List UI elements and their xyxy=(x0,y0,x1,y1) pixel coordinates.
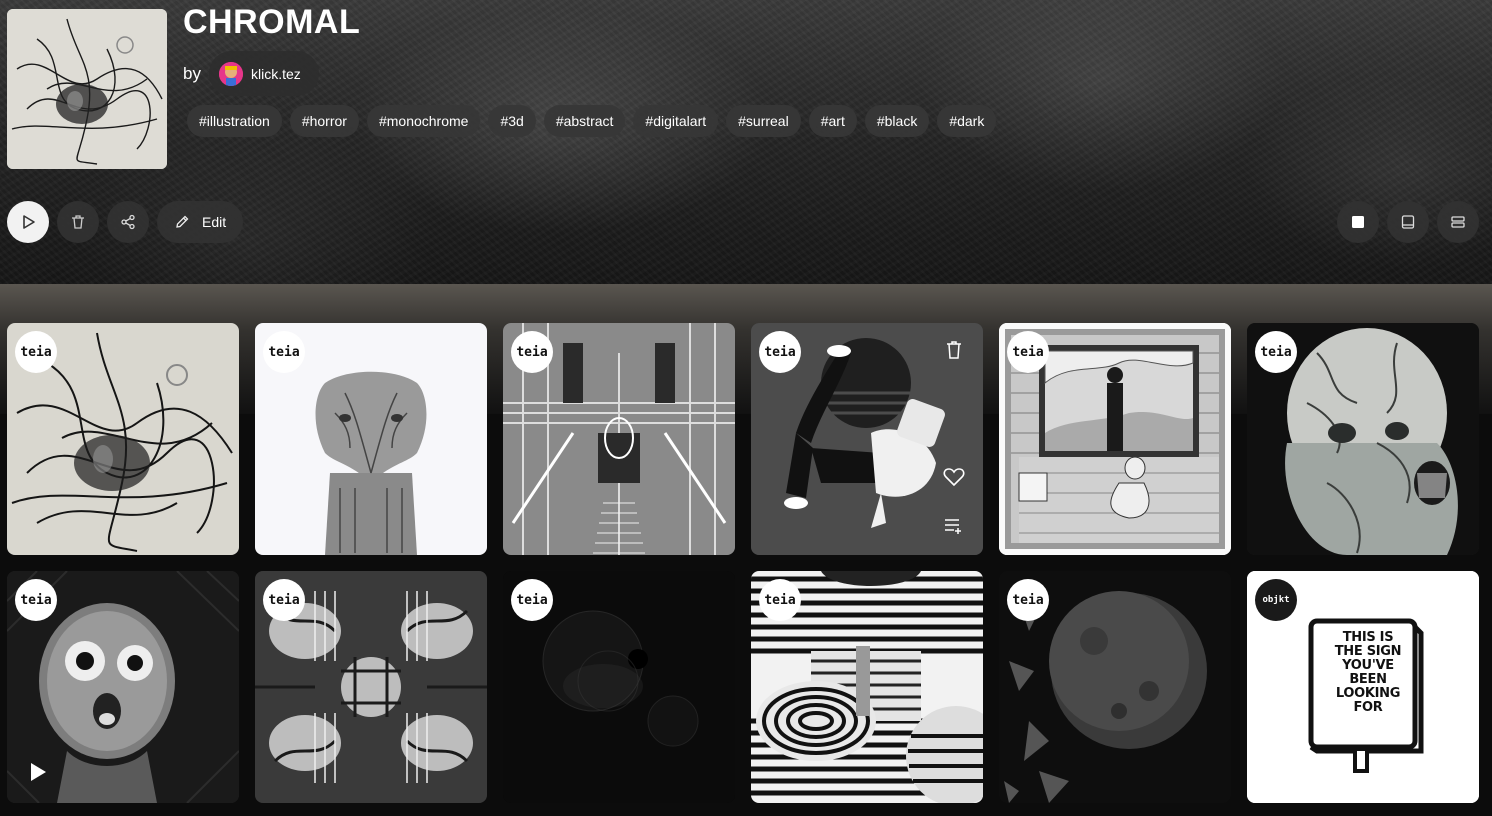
view-card-button[interactable] xyxy=(1387,201,1429,243)
artwork-card[interactable]: teia xyxy=(999,323,1231,555)
play-button[interactable] xyxy=(7,201,49,243)
heart-icon xyxy=(943,468,965,487)
tag-chip[interactable]: #illustration xyxy=(187,105,282,137)
avatar-face-icon xyxy=(219,61,243,86)
platform-badge[interactable]: teia xyxy=(263,579,305,621)
author-avatar xyxy=(219,61,243,86)
trash-icon xyxy=(947,341,961,359)
tag-chip[interactable]: #3d xyxy=(488,105,536,137)
playlist-add-icon xyxy=(945,519,961,534)
card-play-button[interactable] xyxy=(23,757,53,787)
share-icon xyxy=(121,214,135,230)
artwork-card[interactable]: teia xyxy=(255,571,487,803)
sign-line: LOOKING xyxy=(1335,686,1401,701)
platform-badge[interactable]: teia xyxy=(511,579,553,621)
platform-badge[interactable]: teia xyxy=(263,331,305,373)
sign-text: THIS IS THE SIGN YOU'VE BEEN LOOKING FOR xyxy=(1323,631,1413,715)
artwork-card[interactable]: teia xyxy=(503,323,735,555)
sign-line: BEEN xyxy=(1349,672,1387,687)
tag-chip[interactable]: #black xyxy=(864,105,930,137)
share-button[interactable] xyxy=(107,201,149,243)
tag-chip[interactable]: #monochrome xyxy=(366,105,481,137)
tag-list: #illustration #horror #monochrome #3d #a… xyxy=(187,105,997,137)
pencil-icon xyxy=(176,215,189,228)
card-delete-button[interactable] xyxy=(939,335,969,365)
platform-badge[interactable]: teia xyxy=(1007,331,1049,373)
sign-line: THE SIGN xyxy=(1334,644,1402,659)
platform-badge[interactable]: teia xyxy=(759,331,801,373)
tag-chip[interactable]: #digitalart xyxy=(633,105,719,137)
play-icon xyxy=(23,215,35,229)
platform-badge[interactable]: teia xyxy=(511,331,553,373)
author-chip[interactable]: klick.tez xyxy=(209,51,319,96)
artwork-card[interactable]: teia xyxy=(751,571,983,803)
tag-chip[interactable]: #art xyxy=(808,105,857,137)
card-like-button[interactable] xyxy=(939,462,969,492)
platform-badge[interactable]: teia xyxy=(15,331,57,373)
platform-badge[interactable]: teia xyxy=(1007,579,1049,621)
edit-button[interactable]: Edit xyxy=(157,201,243,243)
delete-button[interactable] xyxy=(57,201,99,243)
author-name: klick.tez xyxy=(251,65,301,82)
artwork-card[interactable]: teia xyxy=(503,571,735,803)
tag-chip[interactable]: #dark xyxy=(937,105,997,137)
collection-title: CHROMAL xyxy=(183,3,361,41)
artwork-card[interactable]: teia xyxy=(751,323,983,555)
tag-chip[interactable]: #abstract xyxy=(543,105,626,137)
play-icon xyxy=(31,763,46,781)
list-view-icon xyxy=(1451,216,1465,228)
sign-line: YOU'VE xyxy=(1342,658,1394,673)
view-list-button[interactable] xyxy=(1437,201,1479,243)
platform-badge[interactable]: objkt xyxy=(1255,579,1297,621)
collection-cover xyxy=(7,9,167,169)
artwork-card[interactable]: teia xyxy=(1247,323,1479,555)
view-single-button[interactable] xyxy=(1337,201,1379,243)
artwork-card[interactable]: teia xyxy=(999,571,1231,803)
by-label: by xyxy=(183,64,201,83)
artwork-card[interactable]: teia xyxy=(7,571,239,803)
sign-line: THIS IS xyxy=(1342,630,1394,645)
square-view-icon xyxy=(1352,216,1364,228)
platform-badge[interactable]: teia xyxy=(1255,331,1297,373)
artwork-card[interactable]: teia xyxy=(7,323,239,555)
sign-line: FOR xyxy=(1353,700,1383,715)
tag-chip[interactable]: #horror xyxy=(289,105,359,137)
platform-badge[interactable]: teia xyxy=(759,579,801,621)
platform-badge[interactable]: teia xyxy=(15,579,57,621)
edit-label: Edit xyxy=(202,214,227,230)
card-view-icon xyxy=(1401,215,1415,229)
trash-icon xyxy=(72,215,84,229)
artwork-card[interactable]: teia xyxy=(255,323,487,555)
card-add-to-list-button[interactable] xyxy=(939,511,969,541)
cover-art xyxy=(7,9,167,169)
artwork-card[interactable]: THIS IS THE SIGN YOU'VE BEEN LOOKING FOR… xyxy=(1247,571,1479,803)
tag-chip[interactable]: #surreal xyxy=(726,105,801,137)
